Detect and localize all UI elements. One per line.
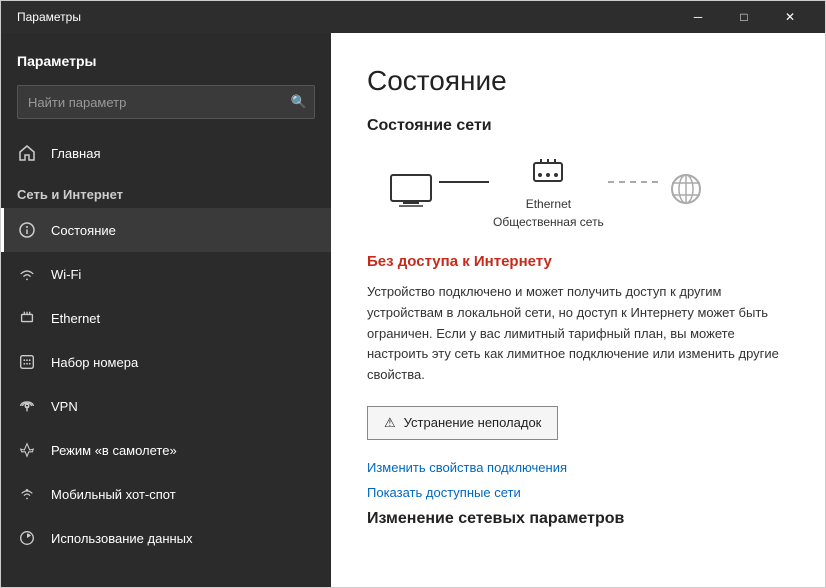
sidebar-item-hotspot[interactable]: Мобильный хот-спот (1, 472, 331, 516)
sidebar-item-home[interactable]: Главная (1, 131, 331, 175)
sidebar-item-vpn[interactable]: VPN (1, 384, 331, 428)
sidebar-item-dialup[interactable]: Набор номера (1, 340, 331, 384)
network-diagram: Ethernet Общественная сеть (367, 155, 789, 229)
content-area: Параметры 🔍 Главная Сеть и Интернет (1, 33, 825, 587)
change-connection-link[interactable]: Изменить свойства подключения (367, 460, 789, 475)
sidebar-item-ethernet-label: Ethernet (51, 311, 100, 326)
ethernet-icon (17, 308, 37, 328)
sidebar-app-title: Параметры (1, 33, 331, 77)
title-bar: Параметры ─ □ ✕ (1, 1, 825, 33)
dialup-icon (17, 352, 37, 372)
status-icon (17, 220, 37, 240)
sidebar-section-label: Сеть и Интернет (1, 175, 331, 208)
title-bar-controls: ─ □ ✕ (675, 1, 813, 33)
internet-icon-group (662, 173, 710, 211)
main-panel: Состояние Состояние сети (331, 33, 825, 587)
ethernet-icon-group: Ethernet Общественная сеть (493, 155, 604, 229)
sidebar-item-status[interactable]: Состояние (1, 208, 331, 252)
search-icon: 🔍 (291, 94, 307, 110)
wifi-icon (17, 264, 37, 284)
computer-icon-group (387, 173, 435, 211)
datausage-icon (17, 528, 37, 548)
sidebar-item-datausage[interactable]: Использование данных (1, 516, 331, 560)
network-type-label: Общественная сеть (493, 215, 604, 229)
sidebar-item-wifi[interactable]: Wi-Fi (1, 252, 331, 296)
troubleshoot-label: Устранение неполадок (404, 415, 542, 430)
troubleshoot-button[interactable]: ⚠ Устранение неполадок (367, 406, 558, 440)
sidebar-item-airplane[interactable]: Режим «в самолете» (1, 428, 331, 472)
ethernet-svg (528, 155, 568, 193)
sidebar-item-status-label: Состояние (51, 223, 116, 238)
warning-icon: ⚠ (384, 415, 396, 431)
airplane-icon (17, 440, 37, 460)
ethernet-device-label: Ethernet (526, 197, 571, 211)
change-settings-title: Изменение сетевых параметров (367, 510, 789, 528)
sidebar: Параметры 🔍 Главная Сеть и Интернет (1, 33, 331, 587)
computer-svg (387, 173, 435, 211)
no-internet-title: Без доступа к Интернету (367, 253, 789, 270)
sidebar-item-dialup-label: Набор номера (51, 355, 138, 370)
minimize-button[interactable]: ─ (675, 1, 721, 33)
show-available-networks-link[interactable]: Показать доступные сети (367, 485, 789, 500)
maximize-button[interactable]: □ (721, 1, 767, 33)
page-title: Состояние (367, 65, 789, 97)
solid-line (439, 181, 489, 183)
dashed-line (608, 181, 658, 183)
sidebar-item-home-label: Главная (51, 146, 100, 161)
globe-svg (662, 173, 710, 211)
sidebar-item-hotspot-label: Мобильный хот-спот (51, 487, 176, 502)
sidebar-item-datausage-label: Использование данных (51, 531, 193, 546)
search-container: 🔍 (17, 85, 315, 119)
window: Параметры ─ □ ✕ Параметры 🔍 Главная (0, 0, 826, 588)
description-text: Устройство подключено и может получить д… (367, 282, 787, 386)
vpn-icon (17, 396, 37, 416)
close-button[interactable]: ✕ (767, 1, 813, 33)
window-title: Параметры (17, 10, 81, 24)
hotspot-icon (17, 484, 37, 504)
sidebar-item-wifi-label: Wi-Fi (51, 267, 81, 282)
sidebar-item-airplane-label: Режим «в самолете» (51, 443, 177, 458)
home-icon (17, 143, 37, 163)
search-input[interactable] (17, 85, 315, 119)
sidebar-item-ethernet[interactable]: Ethernet (1, 296, 331, 340)
sidebar-item-vpn-label: VPN (51, 399, 78, 414)
network-status-section-title: Состояние сети (367, 117, 789, 135)
